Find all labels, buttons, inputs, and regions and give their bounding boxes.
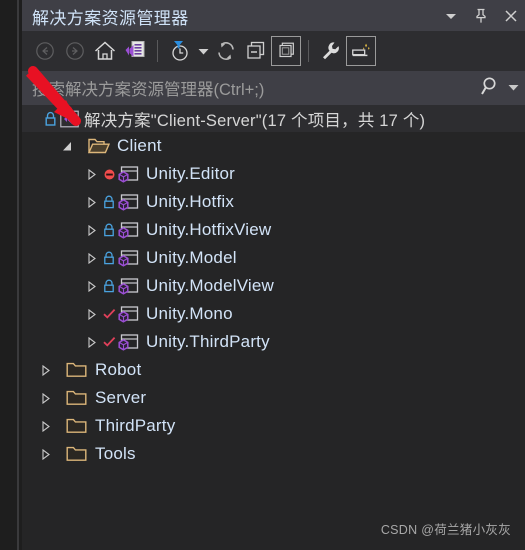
tree-label: Client (117, 136, 162, 155)
toolbar-separator-1 (157, 40, 158, 62)
collapse-all-button[interactable] (241, 36, 271, 66)
expander-closed-icon[interactable] (34, 412, 56, 440)
expander-closed-icon[interactable] (80, 328, 102, 356)
tree-label: Unity.Mono (146, 304, 233, 323)
expander-closed-icon[interactable] (80, 160, 102, 188)
pin-icon[interactable] (473, 8, 489, 24)
dock-left-strip (0, 0, 17, 550)
toolbar-separator-2 (308, 40, 309, 62)
tree-row-unity-thirdparty[interactable]: Unity.ThirdParty (22, 328, 525, 356)
csharp-project-icon (117, 249, 139, 268)
toolbar (22, 31, 525, 71)
tree-row-unity-hotfixview[interactable]: Unity.HotfixView (22, 216, 525, 244)
csharp-project-icon (117, 305, 139, 324)
expander-closed-icon[interactable] (34, 440, 56, 468)
watermark: CSDN @荷兰猪小灰灰 (380, 523, 511, 537)
home-button[interactable] (90, 36, 120, 66)
expander-closed-icon[interactable] (80, 216, 102, 244)
solution-row[interactable]: 解决方案"Client-Server"(17 个项目，共 17 个) (22, 105, 525, 132)
folder-closed-icon (66, 417, 88, 435)
titlebar: 解决方案资源管理器 (22, 0, 525, 31)
tree-label: Robot (95, 360, 142, 379)
expander-open-icon[interactable] (56, 132, 78, 160)
tree-row-tools[interactable]: Tools (22, 440, 525, 468)
pending-changes-filter-button[interactable] (165, 36, 195, 66)
checkmark-icon (102, 306, 116, 322)
tree-label: Server (95, 388, 147, 407)
lock-icon (102, 250, 116, 266)
tree-label: Tools (95, 444, 136, 463)
tree-label: Unity.HotfixView (146, 220, 272, 239)
unavailable-icon (102, 166, 116, 182)
expander-closed-icon[interactable] (34, 384, 56, 412)
page-title: 解决方案资源管理器 (32, 9, 189, 28)
folder-closed-icon (66, 445, 88, 463)
lock-icon (102, 278, 116, 294)
forward-button[interactable] (60, 36, 90, 66)
tree-row-robot[interactable]: Robot (22, 356, 525, 384)
tree-row-thirdparty[interactable]: ThirdParty (22, 412, 525, 440)
expander-closed-icon[interactable] (80, 244, 102, 272)
tree-row-unity-model[interactable]: Unity.Model (22, 244, 525, 272)
checkmark-icon (102, 334, 116, 350)
search-input[interactable]: 搜索解决方案资源管理器(Ctrl+;) (32, 76, 480, 100)
lock-icon (44, 111, 57, 127)
search-bar[interactable]: 搜索解决方案资源管理器(Ctrl+;) (22, 71, 525, 105)
csharp-project-icon (117, 193, 139, 212)
tree-label: ThirdParty (95, 416, 176, 435)
expander-closed-icon[interactable] (80, 188, 102, 216)
csharp-project-icon (117, 277, 139, 296)
solution-label: 解决方案"Client-Server"(17 个项目，共 17 个) (84, 111, 426, 130)
tree-row-unity-modelview[interactable]: Unity.ModelView (22, 272, 525, 300)
chevron-down-icon[interactable] (443, 8, 459, 24)
expander-closed-icon[interactable] (34, 356, 56, 384)
refresh-button[interactable] (211, 36, 241, 66)
tree-label: Unity.Editor (146, 164, 236, 183)
filter-dropdown-button[interactable] (195, 37, 211, 65)
tree-row-unity-editor[interactable]: Unity.Editor (22, 160, 525, 188)
preview-selected-items-button[interactable] (346, 36, 376, 66)
tree-row-unity-hotfix[interactable]: Unity.Hotfix (22, 188, 525, 216)
tree-row-server[interactable]: Server (22, 384, 525, 412)
folder-closed-icon (66, 389, 88, 407)
expander-closed-icon[interactable] (80, 300, 102, 328)
wrench-icon[interactable] (316, 36, 346, 66)
folder-open-icon (88, 137, 110, 155)
search-bar-icons (480, 75, 519, 102)
tree-label: Unity.Model (146, 248, 237, 267)
csharp-project-icon (117, 165, 139, 184)
visual-studio-solution-icon (60, 110, 79, 128)
tree-label: Unity.Hotfix (146, 192, 235, 211)
tree-label: Unity.ThirdParty (146, 332, 270, 351)
search-icon[interactable] (480, 75, 502, 102)
tree-label: Unity.ModelView (146, 276, 275, 295)
close-icon[interactable] (503, 8, 519, 24)
csharp-project-icon (117, 333, 139, 352)
tree-row-unity-mono[interactable]: Unity.Mono (22, 300, 525, 328)
csharp-project-icon (117, 221, 139, 240)
lock-icon (102, 222, 116, 238)
lock-icon (102, 194, 116, 210)
solution-explorer-panel: 解决方案资源管理器 搜索解决方案资源管理器(Ctrl+;) 解决方案"Clien… (22, 0, 525, 550)
properties-window-button[interactable] (120, 36, 150, 66)
expander-closed-icon[interactable] (80, 272, 102, 300)
solution-tree: 解决方案"Client-Server"(17 个项目，共 17 个) Clien… (22, 105, 525, 550)
tree-row-client[interactable]: Client (22, 132, 525, 160)
search-options-caret-down-icon[interactable] (508, 79, 519, 97)
back-button[interactable] (30, 36, 60, 66)
folder-closed-icon (66, 361, 88, 379)
show-all-files-button[interactable] (271, 36, 301, 66)
titlebar-buttons (443, 0, 519, 31)
solution-explorer-window: 解决方案资源管理器 搜索解决方案资源管理器(Ctrl+;) 解决方案"Clien… (0, 0, 525, 550)
